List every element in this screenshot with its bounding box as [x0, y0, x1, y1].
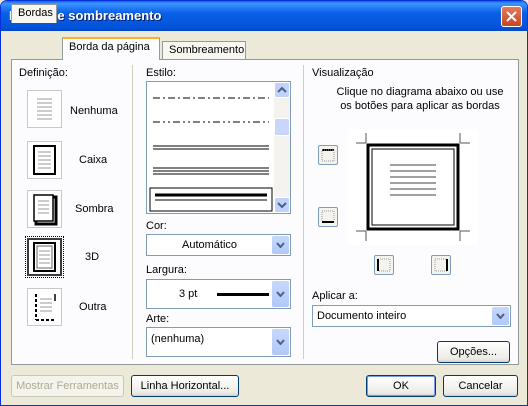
border-custom-icon: [35, 294, 56, 321]
aplicar-value: Documento inteiro: [317, 310, 407, 322]
border-right-button[interactable]: [431, 255, 451, 275]
border-3d-icon: [33, 242, 56, 272]
chevron-down-icon: [276, 339, 285, 345]
border-bottom-icon: [321, 210, 335, 223]
scroll-thumb[interactable]: [274, 118, 290, 136]
estilo-listbox[interactable]: [146, 81, 291, 214]
border-preview[interactable]: [348, 129, 478, 245]
aplicar-label: Aplicar a:: [312, 290, 358, 302]
largura-dropdown-arrow[interactable]: [272, 281, 289, 307]
visualizacao-label: Visualização: [312, 67, 374, 79]
border-left-icon: [377, 258, 391, 272]
definicao-nenhuma-label: Nenhuma: [70, 105, 118, 117]
border-shadow-icon: [33, 194, 58, 226]
visualizacao-hint: Clique no diagrama abaixo ou use os botõ…: [336, 86, 504, 112]
linha-horizontal-button[interactable]: Linha Horizontal...: [131, 375, 239, 397]
dialog-window: Bordas e sombreamento Bordas Borda da pá…: [0, 0, 528, 406]
definicao-caixa-label: Caixa: [79, 154, 108, 166]
cor-select[interactable]: Automático: [146, 234, 291, 256]
mostrar-ferramentas-button[interactable]: Mostrar Ferramentas: [11, 375, 124, 397]
opcoes-button[interactable]: Opções...: [437, 341, 510, 363]
separator-right: [303, 65, 304, 359]
border-top-icon: [321, 149, 335, 162]
definicao-sombra-label: Sombra: [75, 203, 114, 215]
ok-button[interactable]: OK: [366, 375, 436, 397]
chevron-down-icon: [276, 242, 285, 248]
separator-left: [132, 65, 133, 359]
border-bottom-button[interactable]: [318, 207, 338, 227]
border-right-icon: [434, 258, 448, 272]
largura-preview-line: [217, 293, 269, 296]
definicao-outra-label: Outra: [79, 301, 107, 313]
arte-select[interactable]: (nenhuma): [146, 327, 291, 357]
largura-value: 3 pt: [179, 288, 198, 300]
border-left-button[interactable]: [374, 255, 394, 275]
tab-bordas[interactable]: Bordas: [11, 4, 57, 23]
scroll-down-button[interactable]: [274, 197, 290, 213]
definicao-nenhuma-button[interactable]: [27, 90, 62, 128]
line-style-list: [149, 97, 273, 212]
page-preview-diagram: [356, 133, 470, 241]
scroll-up-button[interactable]: [274, 82, 290, 98]
arte-label: Arte:: [146, 313, 170, 325]
definicao-caixa-button[interactable]: [27, 141, 62, 179]
cor-value: Automático: [181, 239, 238, 251]
definicao-sombra-button[interactable]: [27, 190, 62, 228]
aplicar-select[interactable]: Documento inteiro: [312, 305, 511, 327]
arrow-up-icon: [277, 86, 287, 93]
aplicar-dropdown-arrow[interactable]: [492, 307, 509, 325]
chevron-down-icon: [276, 291, 285, 297]
cor-dropdown-arrow[interactable]: [272, 236, 289, 254]
definicao-3d-label: 3D: [85, 251, 100, 263]
chevron-down-icon: [496, 313, 505, 319]
definicao-label: Definição:: [19, 67, 68, 79]
tab-borda-da-pagina[interactable]: Borda da página: [62, 37, 160, 60]
definicao-outra-button[interactable]: [27, 288, 62, 326]
cor-label: Cor:: [146, 220, 167, 232]
arte-value: (nenhuma): [151, 333, 205, 345]
definicao-3d-button[interactable]: [25, 236, 64, 278]
estilo-scrollbar[interactable]: [274, 82, 290, 213]
estilo-label: Estilo:: [146, 67, 176, 79]
arrow-down-icon: [277, 202, 287, 209]
title-bar[interactable]: Bordas e sombreamento: [1, 1, 527, 31]
largura-label: Largura:: [146, 264, 187, 276]
tab-sombreamento[interactable]: Sombreamento: [162, 41, 246, 60]
border-top-button[interactable]: [318, 145, 338, 165]
border-none-icon: [37, 98, 52, 120]
largura-select[interactable]: 3 pt: [146, 279, 291, 309]
close-button[interactable]: [501, 6, 522, 27]
close-icon: [506, 11, 517, 22]
border-box-icon: [33, 145, 56, 175]
cancel-button[interactable]: Cancelar: [443, 375, 518, 397]
arte-dropdown-arrow[interactable]: [272, 329, 289, 355]
